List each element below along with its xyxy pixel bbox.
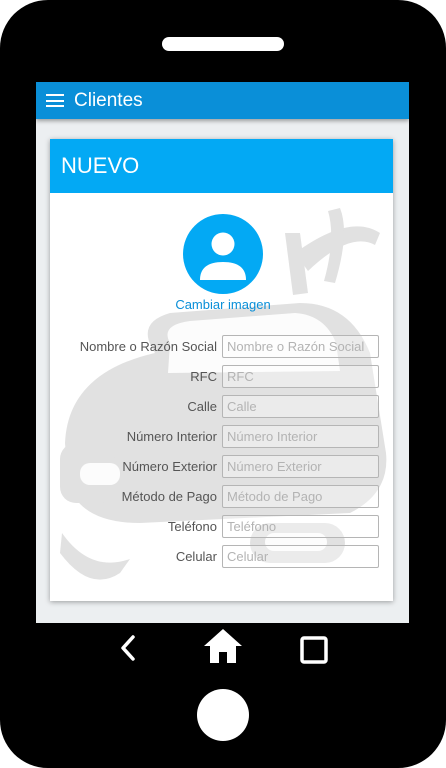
- hamburger-menu-icon[interactable]: [46, 94, 64, 107]
- field-label-mobile: Celular: [175, 549, 217, 564]
- exterior-number-input[interactable]: [222, 455, 379, 478]
- phone-frame: Clientes NUEVO Cambiar imagen Nombre o R…: [0, 0, 446, 768]
- app-bar-title: Clientes: [74, 89, 143, 111]
- app-bar: Clientes: [36, 82, 409, 119]
- interior-number-input[interactable]: [222, 425, 379, 448]
- mobile-input[interactable]: [222, 545, 379, 568]
- form-row-name: Nombre o Razón Social: [50, 335, 393, 358]
- field-label-name: Nombre o Razón Social: [79, 339, 217, 354]
- back-chevron-icon[interactable]: [118, 634, 138, 662]
- form-row-interior-number: Número Interior: [50, 425, 393, 448]
- field-label-street: Calle: [187, 399, 217, 414]
- phone-speaker: [162, 37, 284, 51]
- form-row-exterior-number: Número Exterior: [50, 455, 393, 478]
- app-screen: Clientes NUEVO Cambiar imagen Nombre o R…: [36, 82, 409, 623]
- form-row-payment-method: Método de Pago: [50, 485, 393, 508]
- rfc-input[interactable]: [222, 365, 379, 388]
- form-row-street: Calle: [50, 395, 393, 418]
- home-icon[interactable]: [203, 628, 243, 664]
- person-icon[interactable]: [183, 214, 263, 294]
- form-row-mobile: Celular: [50, 545, 393, 568]
- phone-input[interactable]: [222, 515, 379, 538]
- street-input[interactable]: [222, 395, 379, 418]
- form-row-rfc: RFC: [50, 365, 393, 388]
- card-header-title: NUEVO: [50, 139, 393, 193]
- field-label-rfc: RFC: [190, 369, 217, 384]
- recents-square-icon[interactable]: [300, 636, 328, 664]
- physical-home-button[interactable]: [197, 689, 249, 741]
- payment-method-input[interactable]: [222, 485, 379, 508]
- name-input[interactable]: [222, 335, 379, 358]
- new-client-card: NUEVO Cambiar imagen Nombre o Razón Soci…: [50, 139, 393, 601]
- field-label-interior-number: Número Interior: [126, 429, 217, 444]
- field-label-phone: Teléfono: [167, 519, 217, 534]
- field-label-payment-method: Método de Pago: [121, 489, 217, 504]
- form-row-phone: Teléfono: [50, 515, 393, 538]
- field-label-exterior-number: Número Exterior: [122, 459, 217, 474]
- change-image-link[interactable]: Cambiar imagen: [50, 297, 393, 312]
